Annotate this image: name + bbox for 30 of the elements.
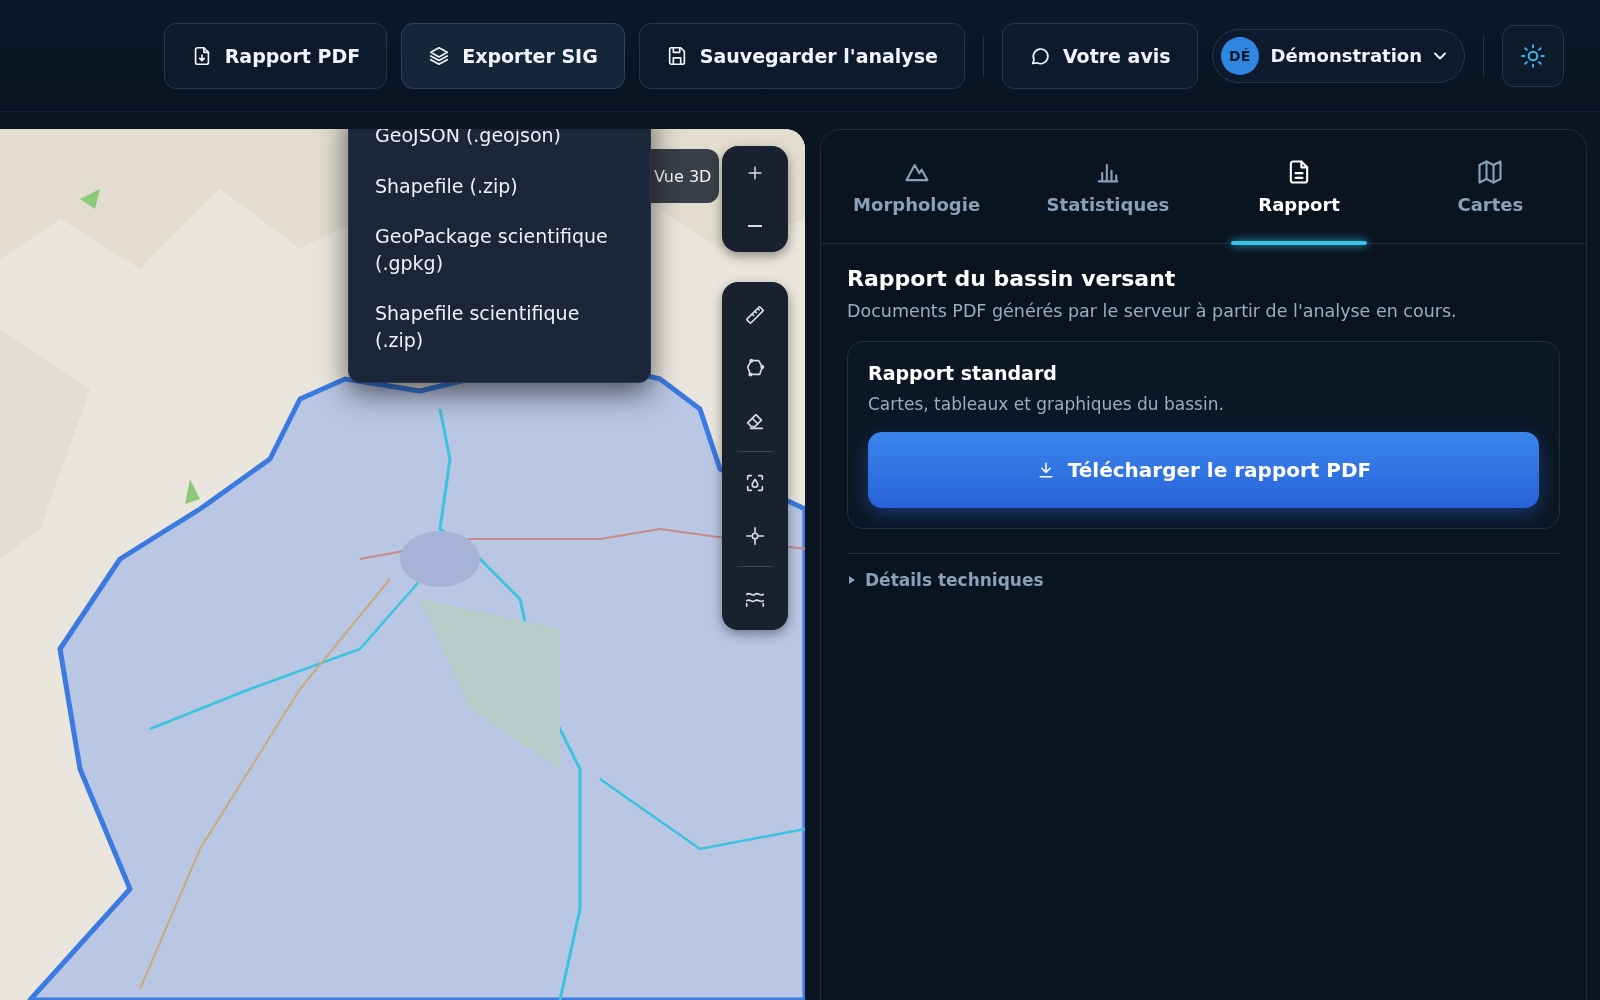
section-title: Rapport du bassin versant [847,266,1177,291]
menu-item[interactable]: GeoPackage scientifique (.gpkg) [349,215,650,293]
ruler-icon [744,303,766,326]
card-description: Cartes, tableaux et graphiques du bassin. [868,394,1225,414]
polygon-icon [744,356,766,379]
section-description: Documents PDF générés par le serveur à partir de l'analyse en cours. [847,301,1458,321]
toolbar-button[interactable]: Sauvegarder l'analyse [638,22,965,89]
user-menu[interactable]: DÉ Démonstration [1211,28,1465,83]
theme-toggle[interactable] [1502,24,1564,87]
layers-icon [428,44,451,67]
panel-tab[interactable]: Statistiques [1012,130,1204,243]
feedback-button[interactable]: Votre avis [1001,22,1198,89]
panel-tab[interactable]: Cartes [1394,130,1586,243]
caret-icon [847,575,857,585]
panel-tab[interactable]: Morphologie [821,130,1013,243]
download-button[interactable]: Télécharger le rapport PDF [868,432,1539,508]
sun-icon [1520,42,1546,69]
details-toggle[interactable]: Détails techniques [847,570,1044,590]
card-title: Rapport standard [868,362,1058,384]
chevron-down-icon [1434,51,1446,60]
crosshair-icon [744,524,766,547]
panel-tab[interactable]: Rapport [1203,130,1395,243]
toolbar-button[interactable]: Rapport PDF [163,22,388,89]
map-icon [1476,158,1505,186]
toolbar-button[interactable]: Exporter SIG [401,22,625,89]
user-avatar: DÉ [1220,36,1259,75]
menu-item[interactable]: Shapefile scientifique (.zip) [349,292,650,370]
menu-item[interactable]: Shapefile (.zip) [349,164,650,216]
view-toggle[interactable]: Vue 3D [651,149,720,203]
minus-icon [747,224,763,227]
